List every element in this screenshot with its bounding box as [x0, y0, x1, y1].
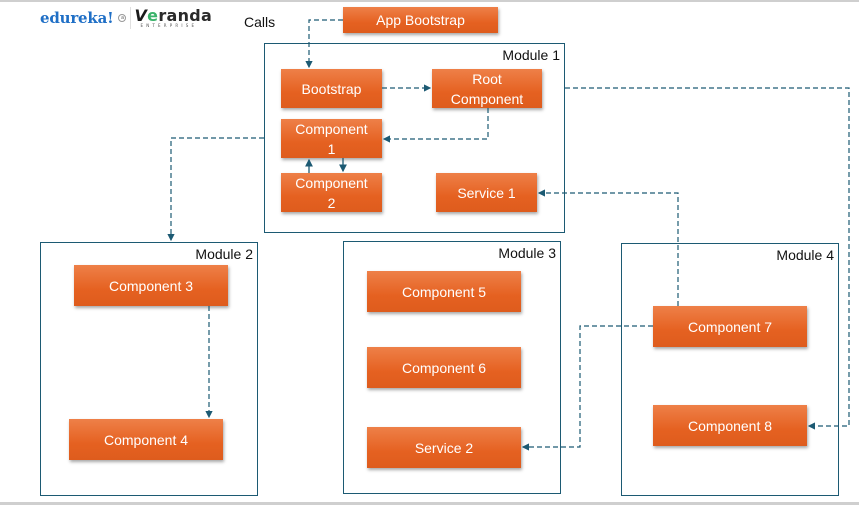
module-1-label: Module 1	[502, 47, 560, 63]
node-root-component[interactable]: Root Component	[432, 69, 542, 108]
veranda-logo-subtitle: ENTERPRISE	[140, 22, 198, 28]
edureka-logo: edureka!	[40, 9, 114, 27]
veranda-logo: Veranda ENTERPRISE	[134, 7, 212, 29]
node-bootstrap[interactable]: Bootstrap	[281, 69, 382, 108]
module-3-label: Module 3	[498, 245, 556, 261]
module-4-label: Module 4	[776, 247, 834, 263]
node-component-5[interactable]: Component 5	[367, 271, 521, 312]
node-component-6[interactable]: Component 6	[367, 347, 521, 388]
calls-legend-label: Calls	[244, 14, 276, 30]
node-app-bootstrap[interactable]: App Bootstrap	[343, 7, 498, 33]
top-divider	[0, 0, 859, 2]
node-component-8[interactable]: Component 8	[653, 405, 807, 446]
node-component-2[interactable]: Component 2	[281, 173, 382, 212]
module-2-label: Module 2	[195, 246, 253, 262]
node-component-3[interactable]: Component 3	[74, 265, 228, 306]
edge-module-1-to-module-2	[167, 137, 264, 242]
node-component-4[interactable]: Component 4	[69, 419, 223, 460]
node-component-1[interactable]: Component 1	[281, 119, 382, 158]
brand-logo: edureka! a Veranda ENTERPRISE	[40, 6, 212, 30]
node-service-2[interactable]: Service 2	[367, 427, 521, 468]
node-component-7[interactable]: Component 7	[653, 306, 807, 347]
logo-separator	[130, 7, 132, 29]
module-4: Module 4	[621, 243, 839, 496]
node-service-1[interactable]: Service 1	[436, 173, 537, 212]
at-symbol-icon: a	[118, 14, 127, 22]
